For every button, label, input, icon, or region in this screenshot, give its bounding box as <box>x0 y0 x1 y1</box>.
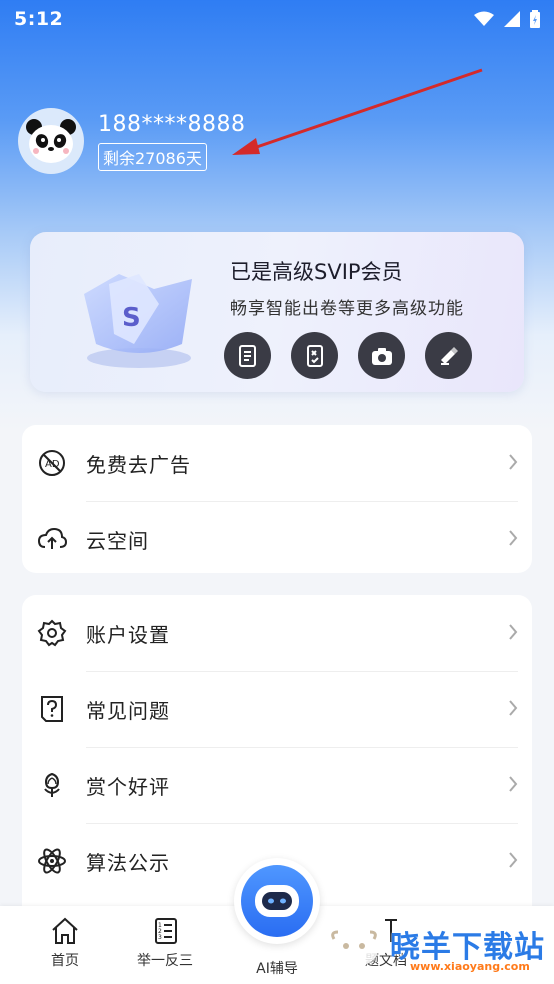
chevron-right-icon <box>509 776 518 792</box>
chevron-right-icon <box>509 624 518 640</box>
menu-label: 算法公示 <box>86 850 170 875</box>
status-icons <box>474 10 540 28</box>
profile-info: 188****8888 剩余27086天 <box>98 112 245 171</box>
document-icon <box>238 344 256 367</box>
robot-icon <box>255 885 299 917</box>
tab-label: 举一反三 <box>137 953 193 969</box>
camera-icon <box>371 347 392 365</box>
atom-icon <box>36 845 68 877</box>
exam-sheet-icon <box>306 344 323 367</box>
svg-text:S: S <box>122 303 141 333</box>
tab-label: 首页 <box>51 953 79 969</box>
remaining-days-badge: 剩余27086天 <box>98 142 207 171</box>
crystal-trophy-icon: S <box>84 274 192 368</box>
eraser-pencil-icon <box>440 346 458 365</box>
status-bar: 5:12 <box>0 0 554 38</box>
watermark-url: www.xiaoyang.com <box>410 960 530 973</box>
gear-icon <box>36 617 68 649</box>
vip-card[interactable]: S 已是高级SVIP会员 畅享智能出卷等更多高级功能 <box>30 232 524 392</box>
menu-item-remove-ads[interactable]: AD 免费去广告 <box>22 425 532 501</box>
svg-text:3: 3 <box>158 934 162 941</box>
vip-title: 已是高级SVIP会员 <box>230 260 403 284</box>
avatar[interactable] <box>18 108 84 174</box>
ai-assistant-button[interactable] <box>234 858 320 944</box>
phone-number: 188****8888 <box>98 111 246 137</box>
home-icon <box>52 917 78 944</box>
signal-icon <box>504 11 520 27</box>
vip-feature-icons <box>224 332 472 379</box>
chevron-right-icon <box>509 852 518 868</box>
battery-icon <box>530 10 540 28</box>
sheep-logo-icon <box>330 930 378 967</box>
tab-practice[interactable]: 123 举一反三 <box>115 906 215 984</box>
tab-label: AI辅导 <box>256 961 298 977</box>
menu-label: 常见问题 <box>86 698 170 723</box>
flower-icon <box>36 769 68 801</box>
menu-item-account-settings[interactable]: 账户设置 <box>22 595 532 671</box>
no-ads-icon: AD <box>36 447 68 479</box>
menu-item-faq[interactable]: 常见问题 <box>22 671 532 747</box>
menu-label: 云空间 <box>86 528 149 553</box>
panda-avatar-icon <box>26 119 76 163</box>
fab-inner <box>241 865 313 937</box>
cloud-upload-icon <box>36 523 68 555</box>
menu-label: 赏个好评 <box>86 774 170 799</box>
status-time: 5:12 <box>14 8 64 30</box>
menu-label: 免费去广告 <box>86 452 191 477</box>
chevron-right-icon <box>509 454 518 470</box>
chevron-right-icon <box>509 700 518 716</box>
list-doc-icon: 123 <box>155 918 177 944</box>
profile-section[interactable]: 188****8888 剩余27086天 <box>18 108 245 174</box>
vip-tool-document[interactable] <box>224 332 271 379</box>
vip-subtitle: 畅享智能出卷等更多高级功能 <box>230 299 464 319</box>
vip-tool-exam[interactable] <box>291 332 338 379</box>
watermark: 晓羊下载站 www.xiaoyang.com <box>318 912 554 984</box>
chevron-right-icon <box>509 530 518 546</box>
question-icon <box>36 693 68 725</box>
menu-item-cloud-space[interactable]: 云空间 <box>22 501 532 577</box>
vip-tool-eraser[interactable] <box>425 332 472 379</box>
menu-group-1: AD 免费去广告 云空间 <box>22 425 532 573</box>
menu-item-rate[interactable]: 赏个好评 <box>22 747 532 823</box>
vip-tool-camera[interactable] <box>358 332 405 379</box>
menu-label: 账户设置 <box>86 622 170 647</box>
wifi-icon <box>474 11 494 26</box>
tab-home[interactable]: 首页 <box>15 906 115 984</box>
